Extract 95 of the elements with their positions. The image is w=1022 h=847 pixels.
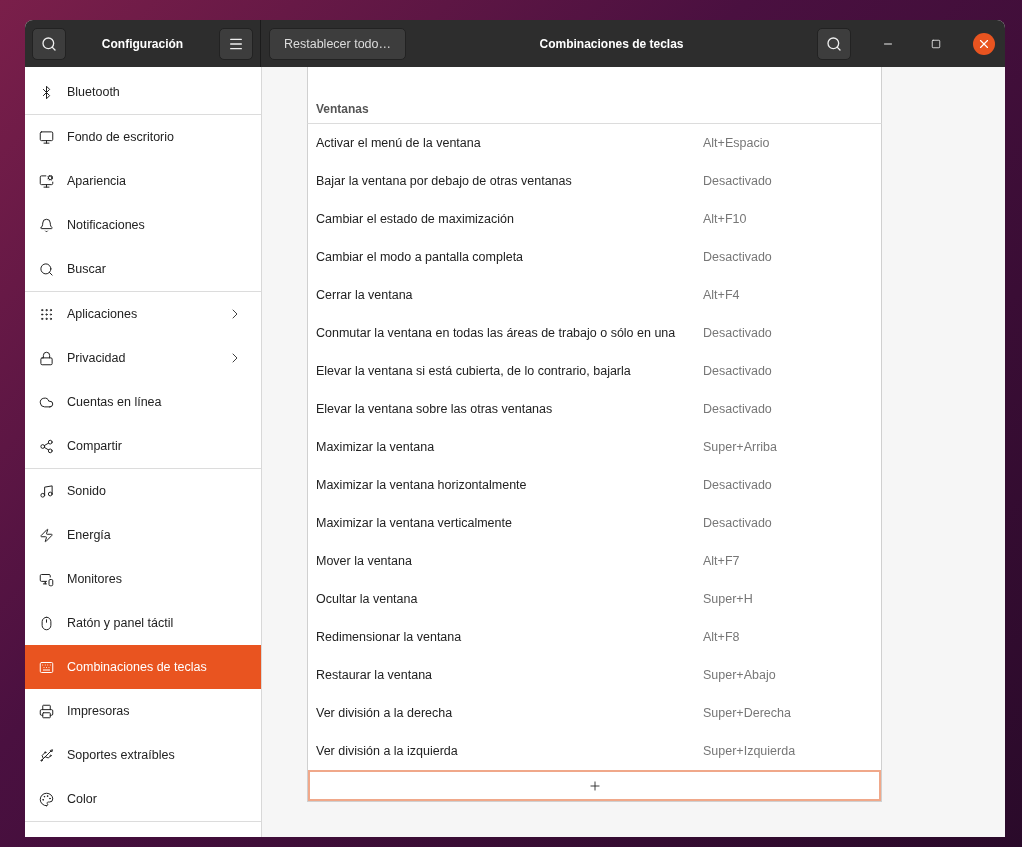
sidebar-item[interactable]: Aplicaciones xyxy=(25,292,261,336)
shortcut-keys: Alt+Espacio xyxy=(703,136,770,150)
monitor-icon xyxy=(39,571,54,587)
shortcut-action: Maximizar la ventana horizontalmente xyxy=(316,478,528,492)
plus-icon xyxy=(587,778,602,793)
search-button[interactable] xyxy=(817,27,851,60)
shortcut-keys: Alt+F10 xyxy=(703,212,747,226)
search-icon xyxy=(39,261,54,277)
shortcut-row[interactable]: Maximizar la ventana verticalmente Desactivado xyxy=(307,504,882,542)
search-icon xyxy=(41,35,57,52)
shortcut-row[interactable]: Redimensionar la ventana Alt+F8 xyxy=(307,618,882,656)
shortcut-row[interactable]: Conmutar la ventana en todas las áreas de trabajo o sólo en una Desactivado xyxy=(307,314,882,352)
printer-icon xyxy=(39,703,54,719)
cloud-icon xyxy=(39,394,54,410)
sidebar-item[interactable]: Monitores xyxy=(25,557,261,601)
shortcut-row[interactable]: Ocultar la ventana Super+H xyxy=(307,580,882,618)
shortcut-action: Cerrar la ventana xyxy=(316,288,414,302)
shortcut-row[interactable]: Elevar la ventana si está cubierta, de lo contrario, bajarla Desactivado xyxy=(307,352,882,390)
maximize-icon xyxy=(931,38,941,49)
shortcut-row[interactable]: Elevar la ventana sobre las otras ventanas Desactivado xyxy=(307,390,882,428)
sidebar-item[interactable]: Fondo de escritorio xyxy=(25,115,261,159)
sidebar-item[interactable]: Buscar xyxy=(25,247,261,291)
shortcut-keys: Super+Derecha xyxy=(703,706,791,720)
shortcut-action: Elevar la ventana si está cubierta, de lo contrario, bajarla xyxy=(316,364,632,378)
shortcut-action: Ver división a la izquierda xyxy=(316,744,459,758)
section-heading: Ventanas xyxy=(307,67,882,124)
shortcut-action: Redimensionar la ventana xyxy=(316,630,463,644)
shortcut-action: Activar el menú de la ventana xyxy=(316,136,482,150)
close-button[interactable] xyxy=(973,32,995,55)
shortcut-row[interactable]: Maximizar la ventana Super+Arriba xyxy=(307,428,882,466)
shortcut-row[interactable]: Ver división a la derecha Super+Derecha xyxy=(307,694,882,732)
mouse-icon xyxy=(39,615,54,631)
keyboard-icon xyxy=(39,659,54,675)
shortcut-keys: Desactivado xyxy=(703,250,772,264)
sidebar-item[interactable]: Privacidad xyxy=(25,336,261,380)
shortcut-keys: Super+Abajo xyxy=(703,668,776,682)
shortcut-row[interactable]: Mover la ventana Alt+F7 xyxy=(307,542,882,580)
shortcut-keys: Super+Izquierda xyxy=(703,744,796,758)
shortcut-keys: Alt+F8 xyxy=(703,630,740,644)
sidebar-item[interactable]: Compartir xyxy=(25,424,261,468)
shortcut-action: Maximizar la ventana verticalmente xyxy=(316,516,513,530)
sidebar-item[interactable]: Color xyxy=(25,777,261,821)
shortcut-action: Cambiar el modo a pantalla completa xyxy=(316,250,525,264)
shortcut-row[interactable]: Cambiar el modo a pantalla completa Desactivado xyxy=(307,238,882,276)
window-title: Combinaciones de teclas xyxy=(538,36,685,51)
shortcut-action: Restaurar la ventana xyxy=(316,668,434,682)
sidebar-item[interactable]: Notificaciones xyxy=(25,203,261,247)
shortcut-action: Bajar la ventana por debajo de otras ventanas xyxy=(316,174,573,188)
sidebar-item[interactable]: Combinaciones de teclas xyxy=(25,645,261,689)
shortcut-action: Ver división a la derecha xyxy=(316,706,454,720)
shortcut-row[interactable]: Cerrar la ventana Alt+F4 xyxy=(307,276,882,314)
music-note-icon xyxy=(39,483,54,499)
sidebar-item[interactable]: Impresoras xyxy=(25,689,261,733)
shortcut-action: Mover la ventana xyxy=(316,554,413,568)
shortcut-keys: Alt+F4 xyxy=(703,288,740,302)
shortcut-row[interactable]: Restaurar la ventana Super+Abajo xyxy=(307,656,882,694)
shortcut-keys: Desactivado xyxy=(703,364,772,378)
shortcut-keys: Desactivado xyxy=(703,516,772,530)
shortcut-keys: Alt+F7 xyxy=(703,554,740,568)
shortcut-keys: Desactivado xyxy=(703,174,772,188)
sidebar-item[interactable]: Apariencia xyxy=(25,159,261,203)
shortcut-row[interactable]: Bajar la ventana por debajo de otras ventanas Desactivado xyxy=(307,162,882,200)
search-icon xyxy=(826,35,842,52)
shortcut-action: Elevar la ventana sobre las otras ventanas xyxy=(316,402,554,416)
sidebar-item[interactable]: Bluetooth xyxy=(25,70,261,114)
lock-icon xyxy=(39,350,54,366)
palette-icon xyxy=(39,791,54,807)
search-button[interactable] xyxy=(32,27,66,60)
shortcut-row[interactable]: Cambiar el estado de maximización Alt+F10 xyxy=(307,200,882,238)
shortcut-action: Maximizar la ventana xyxy=(316,440,436,454)
shortcut-action: Cambiar el estado de maximización xyxy=(316,212,515,226)
shortcut-row[interactable]: Activar el menú de la ventana Alt+Espacio xyxy=(307,124,882,162)
shortcut-row[interactable]: Maximizar la ventana horizontalmente Desactivado xyxy=(307,466,882,504)
sidebar-item[interactable]: Soportes extraíbles xyxy=(25,733,261,777)
shortcut-keys: Super+H xyxy=(703,592,753,606)
sidebar-item[interactable]: Ratón y panel táctil xyxy=(25,601,261,645)
sidebar-item[interactable]: Sonido xyxy=(25,469,261,513)
sidebar-item[interactable]: Cuentas en línea xyxy=(25,380,261,424)
monitor-icon xyxy=(39,129,54,145)
shortcut-row[interactable]: Ver división a la izquierda Super+Izquierda xyxy=(307,732,882,770)
monitor-icon xyxy=(39,173,54,189)
reset-all-button[interactable]: Restablecer todo… xyxy=(269,27,406,60)
shortcut-keys: Super+Arriba xyxy=(703,440,777,454)
share-icon xyxy=(39,438,54,454)
shortcut-keys: Desactivado xyxy=(703,326,772,340)
lightning-icon xyxy=(39,527,54,543)
shortcut-keys: Desactivado xyxy=(703,402,772,416)
bell-icon xyxy=(39,217,54,233)
menu-button[interactable] xyxy=(219,27,253,60)
shortcut-keys: Desactivado xyxy=(703,478,772,492)
shortcut-action: Ocultar la ventana xyxy=(316,592,419,606)
sidebar-title: Configuración xyxy=(101,36,184,51)
sidebar-item[interactable]: Energía xyxy=(25,513,261,557)
grid-icon xyxy=(39,306,54,322)
shortcut-action: Conmutar la ventana en todas las áreas de trabajo o sólo en una xyxy=(316,326,677,340)
